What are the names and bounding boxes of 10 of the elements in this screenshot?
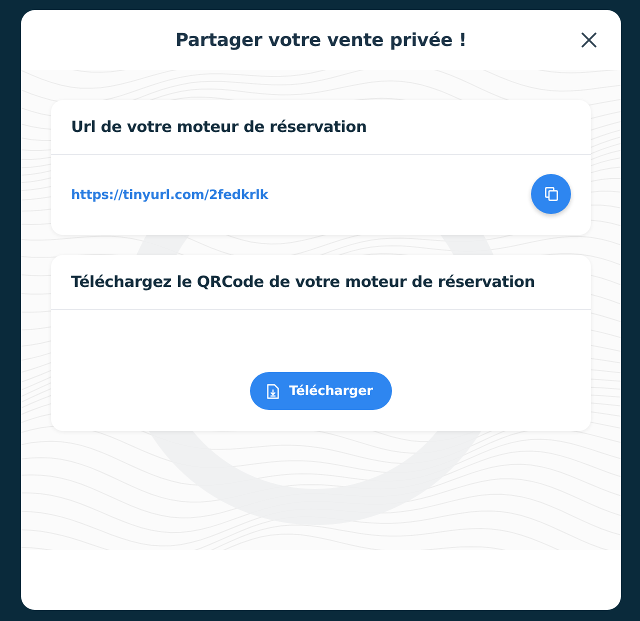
card-title: Url de votre moteur de réservation	[71, 118, 367, 136]
copy-button[interactable]	[531, 174, 571, 214]
close-button[interactable]	[581, 32, 597, 48]
close-icon	[581, 32, 597, 48]
url-link[interactable]: https://tinyurl.com/2fedkrlk	[71, 188, 268, 202]
download-button[interactable]: Télécharger	[250, 372, 392, 410]
dialog-title: Partager votre vente privée !	[175, 30, 467, 50]
copy-icon	[544, 187, 558, 201]
file-download-icon	[267, 384, 280, 398]
card-title: Téléchargez le QRCode de votre moteur de réservation	[71, 273, 535, 291]
